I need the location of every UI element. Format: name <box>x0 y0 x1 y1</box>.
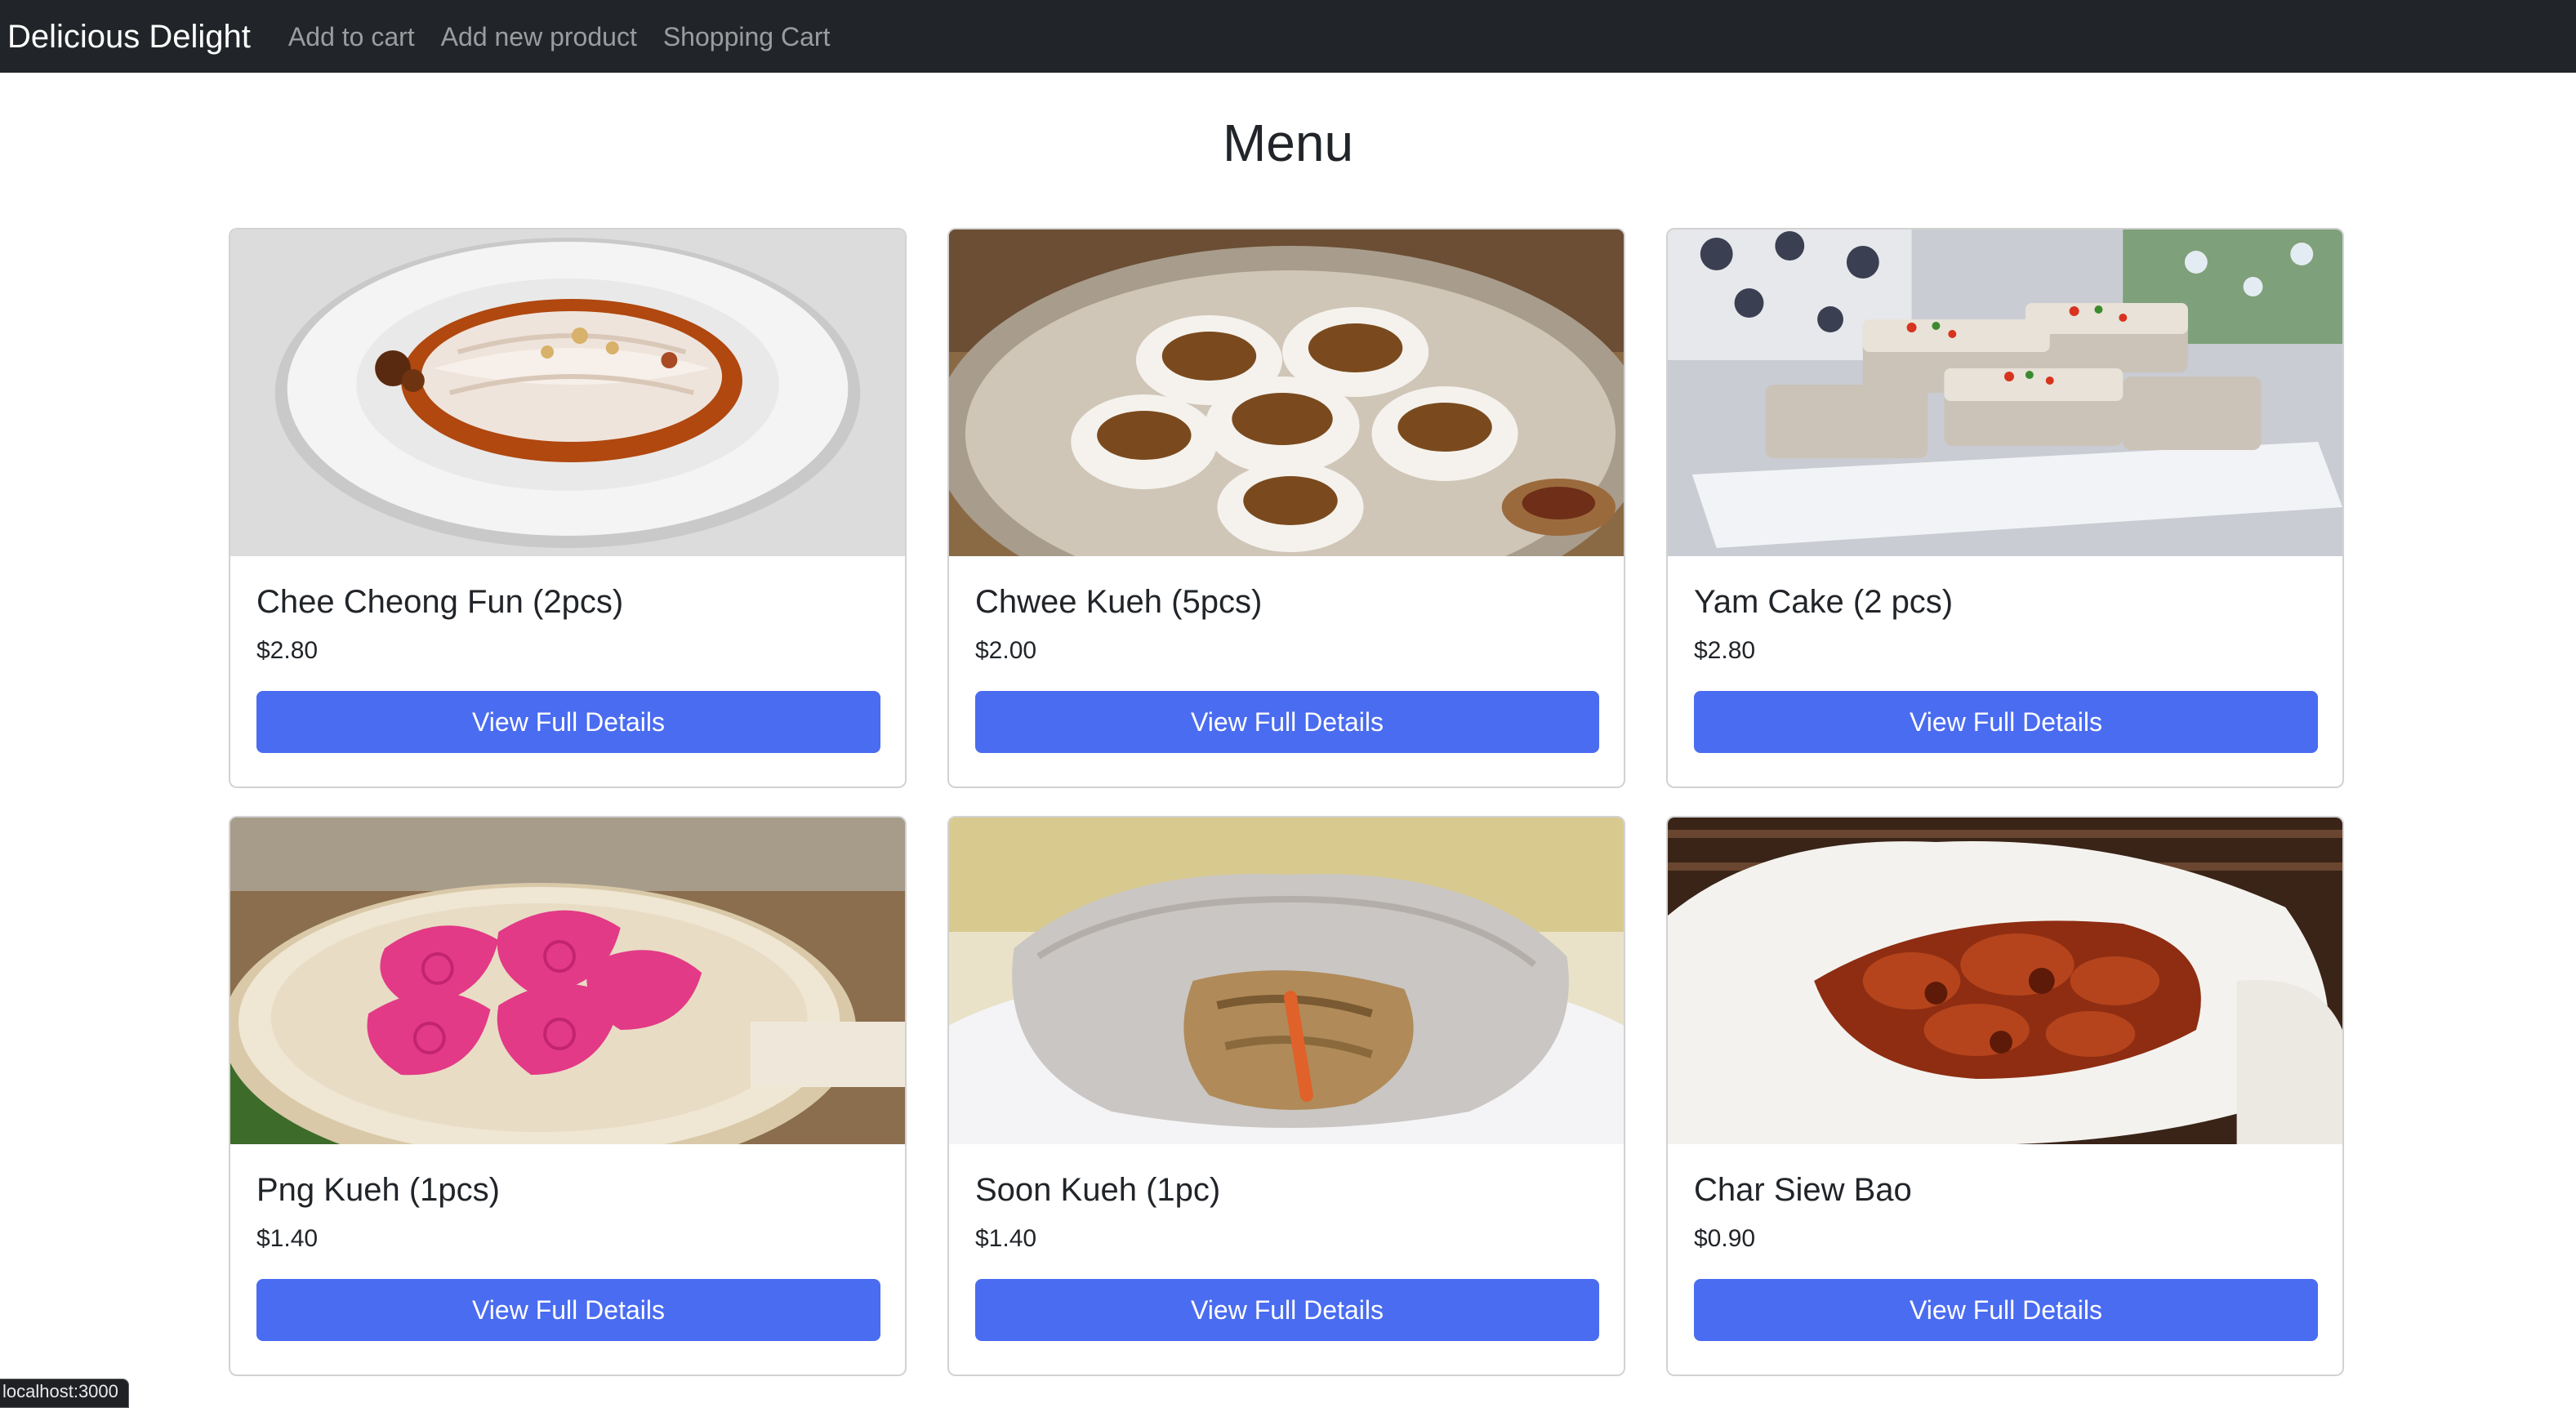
product-image-yam-cake[interactable] <box>1668 229 2342 556</box>
nav-link-add-to-cart[interactable]: Add to cart <box>288 24 415 50</box>
product-price: $2.80 <box>256 637 319 664</box>
product-card: Chwee Kueh (5pcs) $2.00 View Full Detail… <box>947 228 1625 788</box>
product-price: $1.40 <box>975 1225 1037 1252</box>
page-title: Menu <box>1222 114 1354 172</box>
product-name: Char Siew Bao <box>1694 1172 1912 1208</box>
product-image-png-kueh[interactable] <box>230 818 905 1144</box>
product-image-chwee-kueh[interactable] <box>949 229 1624 556</box>
product-name: Chwee Kueh (5pcs) <box>975 584 1263 620</box>
product-name: Yam Cake (2 pcs) <box>1694 584 1954 620</box>
product-price: $1.40 <box>256 1225 319 1252</box>
product-name: Png Kueh (1pcs) <box>256 1172 500 1208</box>
view-full-details-button[interactable]: View Full Details <box>256 691 880 753</box>
nav-link-add-new-product[interactable]: Add new product <box>441 24 637 50</box>
product-price: $2.80 <box>1694 637 1756 664</box>
brand-link[interactable]: Delicious Delight <box>7 20 251 53</box>
view-full-details-button[interactable]: View Full Details <box>975 1279 1599 1341</box>
product-card: Yam Cake (2 pcs) $2.80 View Full Details <box>1666 228 2344 788</box>
product-name: Chee Cheong Fun (2pcs) <box>256 584 624 620</box>
product-name: Soon Kueh (1pc) <box>975 1172 1221 1208</box>
product-image-soon-kueh[interactable] <box>949 818 1624 1144</box>
product-price: $0.90 <box>1694 1225 1756 1252</box>
product-grid: Chee Cheong Fun (2pcs) $2.80 View Full D… <box>229 228 2347 1376</box>
product-card: Chee Cheong Fun (2pcs) $2.80 View Full D… <box>229 228 907 788</box>
top-navbar: Delicious Delight Add to cart Add new pr… <box>0 0 2576 73</box>
view-full-details-button[interactable]: View Full Details <box>975 691 1599 753</box>
product-card: Char Siew Bao $0.90 View Full Details <box>1666 816 2344 1376</box>
nav-link-shopping-cart[interactable]: Shopping Cart <box>663 24 831 50</box>
status-url-tooltip: localhost:3000 <box>0 1379 129 1408</box>
view-full-details-button[interactable]: View Full Details <box>1694 691 2318 753</box>
product-card: Png Kueh (1pcs) $1.40 View Full Details <box>229 816 907 1376</box>
product-card: Soon Kueh (1pc) $1.40 View Full Details <box>947 816 1625 1376</box>
product-image-chee-cheong-fun[interactable] <box>230 229 905 556</box>
product-price: $2.00 <box>975 637 1037 664</box>
product-image-char-siew-bao[interactable] <box>1668 818 2342 1144</box>
view-full-details-button[interactable]: View Full Details <box>256 1279 880 1341</box>
view-full-details-button[interactable]: View Full Details <box>1694 1279 2318 1341</box>
